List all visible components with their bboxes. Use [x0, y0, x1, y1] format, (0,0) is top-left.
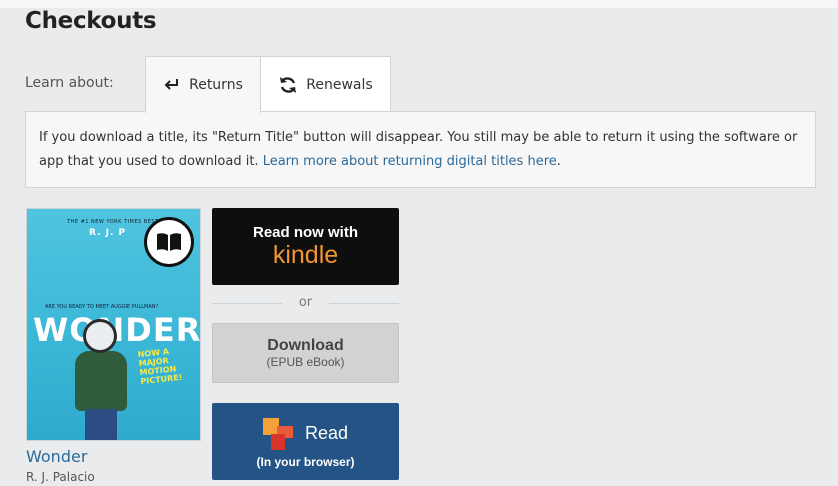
read-label: Read	[305, 423, 349, 443]
book-title-link[interactable]: Wonder	[26, 447, 87, 466]
page-title: Checkouts	[25, 8, 157, 34]
learn-about-tabs: Learn about: Returns Renewals	[25, 56, 815, 113]
read-logo-icon	[263, 418, 293, 450]
download-format: (EPUB eBook)	[266, 355, 345, 369]
refresh-icon	[278, 75, 298, 95]
read-sublabel: (In your browser)	[256, 455, 355, 469]
download-label: Download	[267, 337, 344, 354]
divider-line-right	[329, 303, 399, 304]
book-author: R. J. Palacio	[26, 470, 95, 484]
tab-renewals-label: Renewals	[306, 76, 373, 93]
or-divider: or	[212, 293, 399, 313]
learn-more-link[interactable]: Learn more about returning digital title…	[263, 154, 557, 169]
cover-title: WONDER	[33, 311, 201, 349]
read-with-kindle-button[interactable]: Read now with kindle	[212, 208, 399, 285]
tab-renewals[interactable]: Renewals	[260, 56, 391, 112]
kindle-button-label: Read now with	[253, 224, 358, 241]
info-tail: .	[556, 154, 561, 169]
cover-tagline: ARE YOU READY TO MEET AUGGIE PULLMAN?	[45, 304, 159, 310]
cover-movie-text: NOW A MAJOR MOTION PICTURE!	[137, 347, 183, 387]
download-epub-button[interactable]: Download (EPUB eBook)	[212, 323, 399, 383]
kindle-logo: kindle	[272, 241, 339, 269]
read-in-browser-button[interactable]: Read (In your browser)	[212, 403, 399, 480]
cover-figure-legs	[85, 409, 117, 440]
book-icon	[144, 217, 194, 267]
cover-figure-body	[75, 351, 127, 411]
tab-returns-label: Returns	[189, 77, 243, 93]
cover-author: R. J. P	[89, 228, 127, 238]
learn-about-label: Learn about:	[25, 75, 114, 91]
cover-figure-helmet	[83, 319, 117, 353]
top-strip	[0, 0, 838, 8]
tab-returns[interactable]: Returns	[145, 56, 261, 113]
returns-info-panel: If you download a title, its "Return Tit…	[25, 111, 816, 188]
return-arrow-icon	[163, 77, 181, 93]
